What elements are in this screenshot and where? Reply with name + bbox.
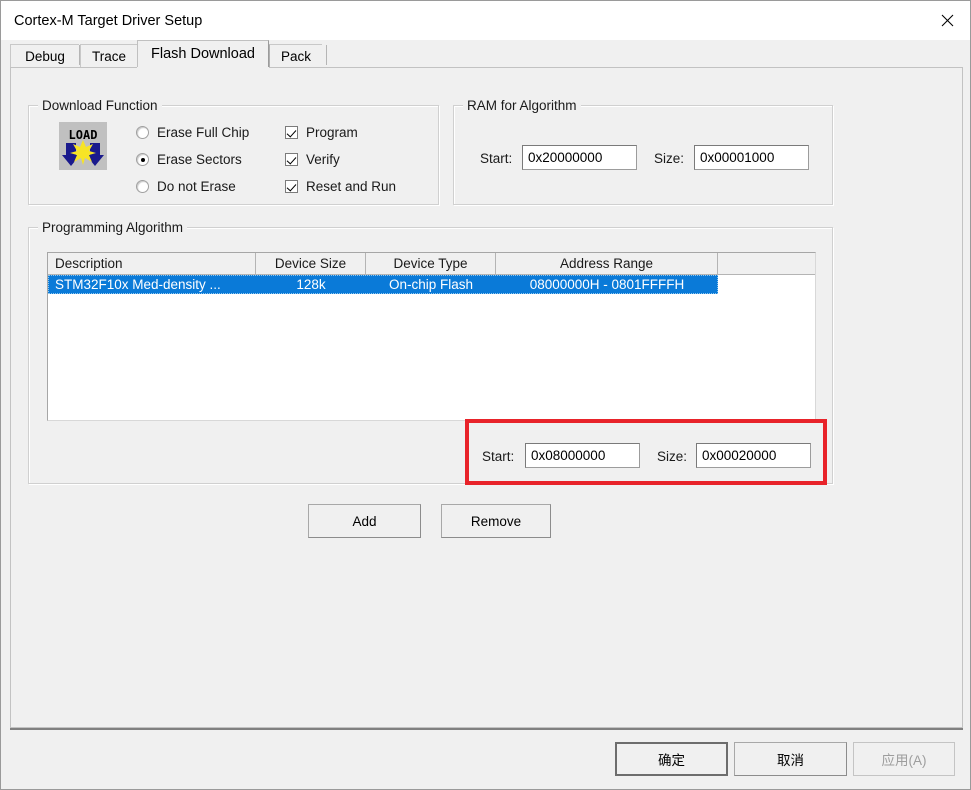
- ram-start-input[interactable]: 0x20000000: [522, 145, 637, 170]
- column-header-address-range[interactable]: Address Range: [496, 253, 718, 274]
- apply-button: 应用(A): [853, 742, 955, 776]
- tab-flash-download-label: Flash Download: [151, 46, 255, 62]
- radio-do-not-erase[interactable]: Do not Erase: [136, 179, 236, 194]
- tab-trace[interactable]: Trace: [80, 44, 137, 67]
- radio-erase-sectors-indicator: [136, 153, 149, 166]
- checkbox-program-indicator: [285, 126, 298, 139]
- target-driver-setup-dialog: Cortex-M Target Driver Setup Debug Trace…: [0, 0, 971, 790]
- tab-debug[interactable]: Debug: [10, 44, 79, 67]
- tab-debug-label: Debug: [25, 48, 65, 64]
- checkbox-reset-and-run-label: Reset and Run: [306, 179, 397, 194]
- cancel-button[interactable]: 取消: [734, 742, 847, 776]
- tab-pack[interactable]: Pack: [269, 44, 322, 67]
- radio-do-not-erase-label: Do not Erase: [157, 179, 236, 194]
- tab-trace-label: Trace: [91, 48, 126, 64]
- tab-pack-label: Pack: [280, 48, 311, 64]
- column-header-description[interactable]: Description: [48, 253, 256, 274]
- cell-description: STM32F10x Med-density ...: [55, 277, 221, 292]
- cell-device-type: On-chip Flash: [388, 277, 474, 292]
- checkbox-verify[interactable]: Verify: [285, 152, 340, 167]
- flash-start-label: Start:: [482, 449, 515, 464]
- remove-button[interactable]: Remove: [441, 504, 551, 538]
- radio-do-not-erase-indicator: [136, 180, 149, 193]
- cell-device-size: 128k: [296, 277, 326, 292]
- add-button[interactable]: Add: [308, 504, 421, 538]
- window-title: Cortex-M Target Driver Setup: [14, 12, 203, 29]
- checkbox-reset-and-run-indicator: [285, 180, 298, 193]
- radio-erase-sectors-label: Erase Sectors: [157, 152, 242, 167]
- table-row[interactable]: STM32F10x Med-density ... 128k On-chip F…: [48, 275, 718, 294]
- radio-erase-full-chip-indicator: [136, 126, 149, 139]
- column-header-device-type[interactable]: Device Type: [366, 253, 496, 274]
- tab-panel-top-edge: [10, 67, 137, 68]
- column-header-device-size[interactable]: Device Size: [256, 253, 366, 274]
- table-header-row: Description Device Size Device Type Addr…: [48, 253, 815, 275]
- flash-start-input[interactable]: 0x08000000: [525, 443, 640, 468]
- load-icon: LOAD: [59, 122, 107, 170]
- column-header-blank[interactable]: [718, 253, 815, 274]
- ram-size-label: Size:: [654, 151, 685, 166]
- footer-separator: [10, 728, 963, 730]
- checkbox-program[interactable]: Program: [285, 125, 358, 140]
- close-icon[interactable]: [925, 1, 970, 40]
- checkbox-program-label: Program: [306, 125, 358, 140]
- title-bar: Cortex-M Target Driver Setup: [1, 1, 970, 40]
- radio-erase-full-chip[interactable]: Erase Full Chip: [136, 125, 249, 140]
- tab-strip: Debug Trace Flash Download Pack: [1, 40, 970, 67]
- checkbox-verify-indicator: [285, 153, 298, 166]
- flash-size-input[interactable]: 0x00020000: [696, 443, 811, 468]
- svg-text:LOAD: LOAD: [69, 128, 98, 142]
- tab-panel-top-edge-right: [269, 67, 963, 68]
- ram-size-input[interactable]: 0x00001000: [694, 145, 809, 170]
- cell-address-range: 08000000H - 0801FFFFH: [529, 277, 685, 292]
- tab-flash-download[interactable]: Flash Download: [137, 40, 269, 67]
- download-function-legend: Download Function: [38, 98, 162, 113]
- radio-erase-sectors[interactable]: Erase Sectors: [136, 152, 242, 167]
- ok-button[interactable]: 确定: [615, 742, 728, 776]
- checkbox-reset-and-run[interactable]: Reset and Run: [285, 179, 396, 194]
- ram-start-label: Start:: [480, 151, 513, 166]
- ram-for-algorithm-legend: RAM for Algorithm: [463, 98, 581, 113]
- programming-algorithm-table[interactable]: Description Device Size Device Type Addr…: [47, 252, 816, 421]
- tab-separator-end: [326, 45, 327, 65]
- programming-algorithm-legend: Programming Algorithm: [38, 220, 188, 235]
- flash-size-label: Size:: [657, 449, 688, 464]
- checkbox-verify-label: Verify: [306, 152, 340, 167]
- radio-erase-full-chip-label: Erase Full Chip: [157, 125, 250, 140]
